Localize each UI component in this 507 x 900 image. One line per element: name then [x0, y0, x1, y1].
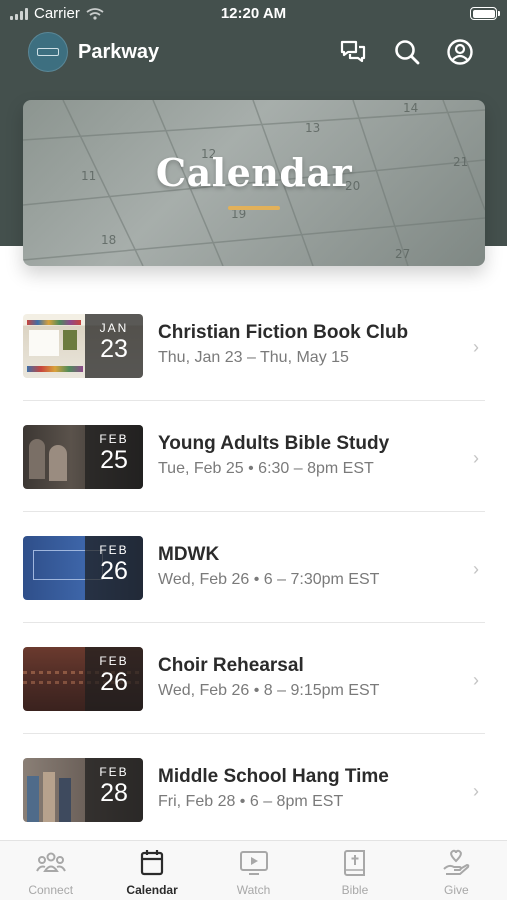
- chevron-right-icon: ›: [473, 559, 479, 579]
- tab-label: Bible: [341, 883, 369, 897]
- event-row[interactable]: JAN 23 Christian Fiction Book Club Thu, …: [0, 290, 507, 401]
- event-row[interactable]: FEB 25 Young Adults Bible Study Tue, Feb…: [0, 401, 507, 512]
- event-thumbnail: FEB 28: [23, 758, 143, 822]
- tab-calendar[interactable]: Calendar: [101, 841, 202, 900]
- tab-label: Give: [443, 883, 469, 897]
- calendar-hero-banner: 11 12 13 14 18 19 20 21 27 Calendar: [23, 100, 485, 266]
- date-day: 26: [100, 668, 128, 696]
- event-thumbnail: FEB 25: [23, 425, 143, 489]
- tab-label: Watch: [236, 883, 271, 897]
- event-title: MDWK: [158, 544, 220, 565]
- tab-bible[interactable]: Bible: [304, 841, 405, 900]
- date-badge: FEB 26: [85, 647, 143, 711]
- tab-connect[interactable]: Connect: [0, 841, 101, 900]
- event-row[interactable]: FEB 26 MDWK Wed, Feb 26 • 6 – 7:30pm EST…: [0, 512, 507, 623]
- bottom-tab-bar: Connect Calendar Watch Bible Give: [0, 840, 507, 900]
- event-date-time: Wed, Feb 26 • 6 – 7:30pm EST: [158, 571, 380, 588]
- event-row[interactable]: FEB 28 Middle School Hang Time Fri, Feb …: [0, 734, 507, 845]
- date-badge: JAN 23: [85, 314, 143, 378]
- tab-give[interactable]: Give: [406, 841, 507, 900]
- date-badge: FEB 26: [85, 536, 143, 600]
- event-title: Middle School Hang Time: [158, 766, 389, 787]
- chevron-right-icon: ›: [473, 670, 479, 690]
- date-day: 28: [100, 779, 128, 807]
- date-badge: FEB 28: [85, 758, 143, 822]
- battery-icon: [470, 7, 500, 20]
- event-title: Young Adults Bible Study: [158, 433, 390, 454]
- hero-underline: [228, 206, 280, 210]
- date-day: 23: [100, 335, 128, 363]
- date-month: FEB: [99, 543, 129, 557]
- bible-icon: [343, 850, 365, 876]
- event-thumbnail: JAN 23: [23, 314, 143, 378]
- date-day: 26: [100, 557, 128, 585]
- tab-watch[interactable]: Watch: [203, 841, 304, 900]
- calendar-number: 14: [403, 101, 418, 115]
- event-thumbnail: FEB 26: [23, 536, 143, 600]
- date-badge: FEB 25: [85, 425, 143, 489]
- tab-label: Connect: [28, 883, 74, 897]
- chevron-right-icon: ›: [473, 337, 479, 357]
- tv-icon: [239, 851, 268, 875]
- event-date-time: Fri, Feb 28 • 6 – 8pm EST: [158, 793, 344, 810]
- status-bar: Carrier 12:20 AM: [0, 0, 507, 28]
- calendar-number: 18: [101, 233, 116, 247]
- event-thumbnail: FEB 26: [23, 647, 143, 711]
- event-date-time: Tue, Feb 25 • 6:30 – 8pm EST: [158, 460, 374, 477]
- calendar-number: 13: [305, 121, 320, 135]
- event-date-time: Thu, Jan 23 – Thu, May 15: [158, 349, 349, 366]
- profile-icon[interactable]: [446, 38, 474, 66]
- messages-icon[interactable]: [339, 38, 367, 66]
- tab-label: Calendar: [126, 883, 178, 897]
- chevron-right-icon: ›: [473, 781, 479, 801]
- date-month: JAN: [99, 321, 129, 335]
- app-name: Parkway: [78, 41, 160, 63]
- calendar-icon: [141, 850, 164, 876]
- status-time: 12:20 AM: [220, 5, 287, 22]
- date-month: FEB: [99, 654, 129, 668]
- event-title: Choir Rehearsal: [158, 655, 304, 676]
- date-month: FEB: [99, 432, 129, 446]
- date-day: 25: [100, 446, 128, 474]
- chevron-right-icon: ›: [473, 448, 479, 468]
- church-logo-avatar[interactable]: [28, 32, 68, 72]
- event-title: Christian Fiction Book Club: [158, 322, 409, 343]
- date-month: FEB: [99, 765, 129, 779]
- top-bar: Parkway: [0, 32, 507, 74]
- event-date-time: Wed, Feb 26 • 8 – 9:15pm EST: [158, 682, 380, 699]
- give-icon: [443, 849, 470, 875]
- calendar-number: 27: [395, 247, 410, 261]
- people-icon: [35, 852, 66, 872]
- search-icon[interactable]: [393, 38, 421, 66]
- event-list: JAN 23 Christian Fiction Book Club Thu, …: [0, 290, 507, 845]
- hero-title: Calendar: [155, 150, 353, 195]
- event-row[interactable]: FEB 26 Choir Rehearsal Wed, Feb 26 • 8 –…: [0, 623, 507, 734]
